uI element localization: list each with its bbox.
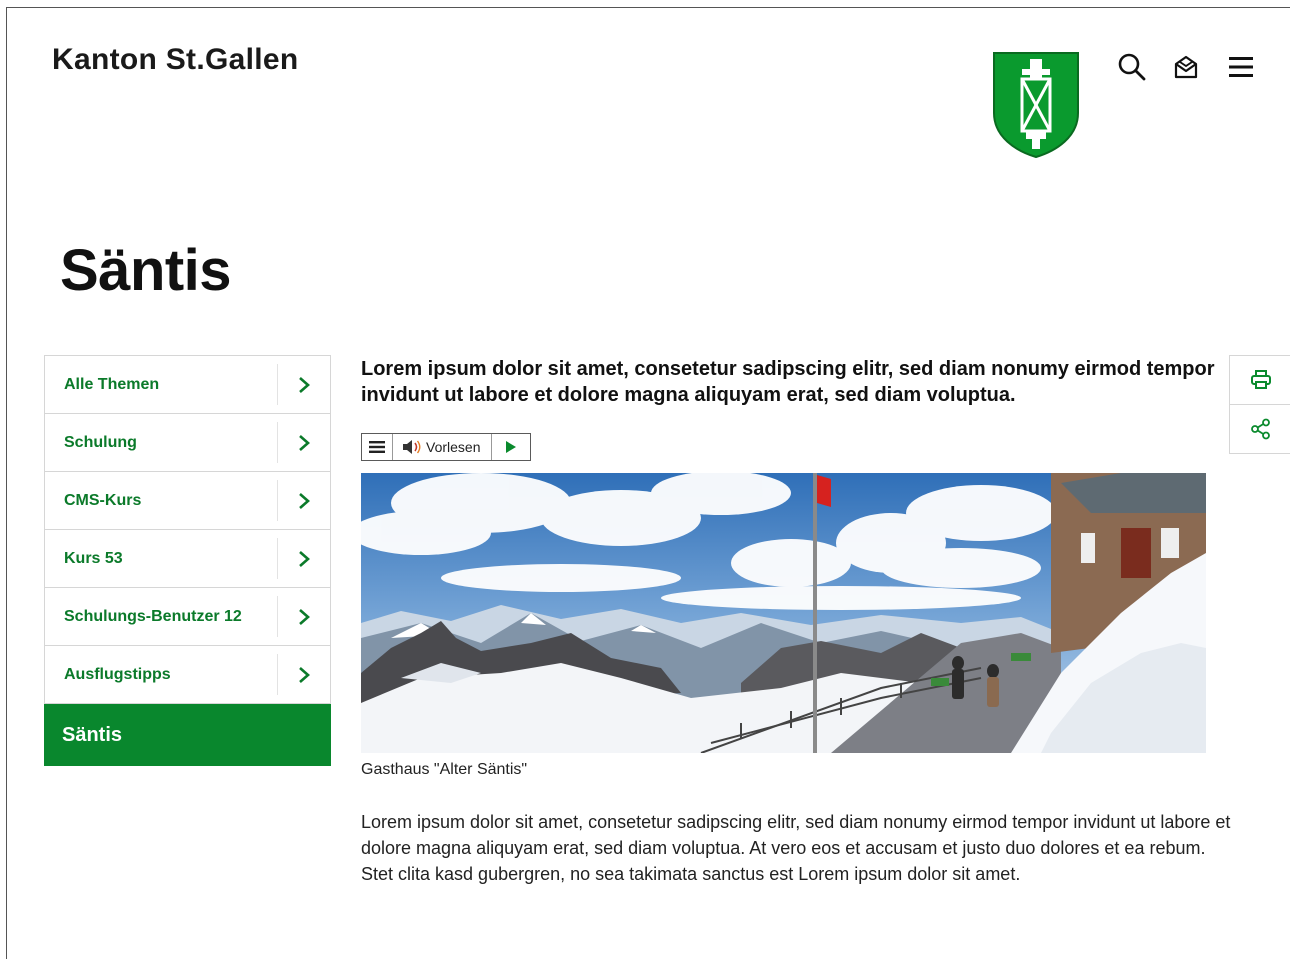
image-caption: Gasthaus "Alter Säntis" <box>361 761 528 778</box>
chevron-right-icon <box>299 434 310 451</box>
sidenav-item-cms-kurs[interactable]: CMS-Kurs <box>44 472 331 530</box>
sidenav-item-label: Alle Themen <box>64 375 160 393</box>
sidenav-active-label: Säntis <box>62 723 123 746</box>
brand-logo-text[interactable]: Kanton St.Gallen <box>52 43 298 77</box>
menu-button[interactable] <box>1223 50 1259 84</box>
sidenav-item-alle-themen[interactable]: Alle Themen <box>44 355 331 414</box>
readspeaker-read-button[interactable]: Vorlesen <box>393 434 492 460</box>
saentis-panorama-image <box>361 473 1206 753</box>
nav-divider <box>277 654 278 695</box>
sidenav-item-label: Ausflugstipps <box>64 665 171 683</box>
nav-divider <box>277 480 278 521</box>
side-toolbar <box>1229 355 1290 454</box>
sidenav-item-kurs-53[interactable]: Kurs 53 <box>44 530 331 588</box>
print-button[interactable] <box>1230 356 1290 404</box>
sidenav-item-schulungs-benutzer[interactable]: Schulungs-Benutzer 12 <box>44 588 331 646</box>
sidenav-item-ausflugstipps[interactable]: Ausflugstipps <box>44 646 331 704</box>
newsletter-icon <box>1174 55 1198 79</box>
chevron-right-icon <box>299 376 310 393</box>
window-border-left <box>6 7 7 959</box>
lead-paragraph: Lorem ipsum dolor sit amet, consetetur s… <box>361 358 1215 406</box>
coat-of-arms-icon[interactable] <box>992 51 1080 159</box>
window-border-top <box>6 7 1290 8</box>
speaker-icon <box>403 440 421 454</box>
chevron-right-icon <box>299 666 310 683</box>
share-button[interactable] <box>1230 404 1290 453</box>
readspeaker-player: Vorlesen <box>361 433 531 461</box>
print-icon <box>1250 370 1271 389</box>
chevron-right-icon <box>299 608 310 625</box>
search-button[interactable] <box>1114 50 1150 84</box>
sidenav-item-label: Schulungs-Benutzer 12 <box>64 607 242 625</box>
sidenav-item-label: CMS-Kurs <box>64 491 142 509</box>
page-title: Säntis <box>60 238 232 303</box>
sidenav-item-label: Kurs 53 <box>64 549 123 567</box>
play-icon <box>506 441 516 453</box>
nav-divider <box>277 364 278 405</box>
body-paragraph: Lorem ipsum dolor sit amet, consetetur s… <box>361 812 1231 884</box>
hamburger-menu-icon <box>1229 57 1253 77</box>
nav-divider <box>277 538 278 579</box>
share-icon <box>1250 418 1270 440</box>
nav-divider <box>277 422 278 463</box>
newsletter-button[interactable] <box>1168 50 1204 84</box>
side-navigation: Alle Themen Schulung CMS-Kurs Kurs 53 Sc… <box>44 355 331 766</box>
sidenav-item-label: Schulung <box>64 433 137 451</box>
nav-divider <box>277 596 278 637</box>
readspeaker-menu-button[interactable] <box>362 434 393 460</box>
list-menu-icon <box>369 441 385 453</box>
search-icon <box>1118 53 1146 81</box>
readspeaker-play-button[interactable] <box>492 434 530 460</box>
sidenav-item-schulung[interactable]: Schulung <box>44 414 331 472</box>
sidenav-item-active[interactable]: Säntis <box>44 704 331 766</box>
readspeaker-label: Vorlesen <box>426 439 481 455</box>
chevron-right-icon <box>299 492 310 509</box>
chevron-right-icon <box>299 550 310 567</box>
